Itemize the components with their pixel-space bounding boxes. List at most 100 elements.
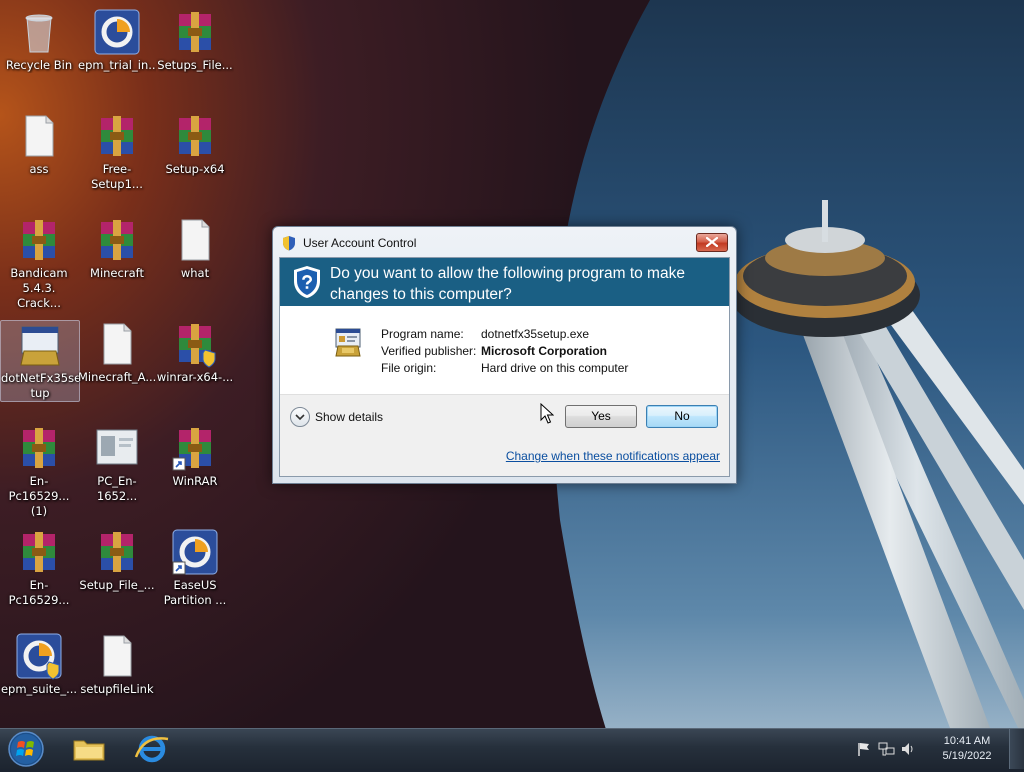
uac-large-shield-icon	[294, 266, 320, 298]
uac-question: Do you want to allow the following progr…	[330, 265, 685, 303]
rar-shortcut-file-icon	[171, 424, 219, 472]
close-button[interactable]	[696, 233, 728, 252]
recycle-file-icon	[15, 8, 63, 56]
desktop-icon-label: ass	[29, 162, 49, 176]
desktop-icon-label: PC_En-1652...	[96, 474, 138, 503]
rar-file-icon	[93, 528, 141, 576]
doc-file-icon	[171, 216, 219, 264]
network-icon[interactable]	[878, 741, 896, 757]
rar-file-icon	[15, 216, 63, 264]
rar-file-icon	[171, 8, 219, 56]
clock-date: 5/19/2022	[942, 750, 992, 762]
folder-icon	[73, 740, 105, 761]
setup-file-icon	[16, 321, 64, 369]
desktop-icon-pc-en[interactable]: PC_En-1652...	[78, 424, 156, 504]
system-tray: 10:41 AM 5/19/2022	[844, 729, 1024, 769]
desktop-icon-label: setupfileLink	[80, 682, 154, 696]
desktop-icon-label: WinRAR	[172, 474, 218, 488]
publisher-row: Verified publisher: Microsoft Corporation	[381, 344, 607, 358]
doc-file-icon	[93, 320, 141, 368]
program-name-value: dotnetfx35setup.exe	[481, 327, 590, 341]
show-desktop-button[interactable]	[1009, 729, 1024, 769]
desktop-icon-label: Minecraft	[90, 266, 144, 280]
epm-shortcut-file-icon	[171, 528, 219, 576]
change-notifications-link[interactable]: Change when these notifications appear	[506, 449, 720, 463]
desktop-icon-setupfilelink[interactable]: setupfileLink	[78, 632, 156, 697]
desktop-icon-what[interactable]: what	[156, 216, 234, 281]
desktop-icon-setup-file[interactable]: Setup_File_...	[78, 528, 156, 593]
desktop-icon-label: Recycle Bin	[5, 58, 73, 72]
desktop-icon-epm-trial[interactable]: epm_trial_in...	[78, 8, 156, 73]
desktop-icon-label: dotNetFx35se tup	[1, 371, 79, 400]
desktop-icon-label: Setups_File...	[157, 58, 233, 72]
rar-file-icon	[93, 216, 141, 264]
desktop-icon-label: Setup_File_...	[79, 578, 155, 592]
desktop-icon-label: En-Pc16529...	[8, 578, 70, 607]
desktop-icon-easeus[interactable]: EaseUS Partition ...	[156, 528, 234, 608]
start-button[interactable]	[4, 730, 48, 768]
close-icon	[706, 237, 718, 247]
field-label: Program name:	[381, 327, 464, 341]
internet-explorer-icon	[134, 735, 169, 763]
desktop-icon-bandicam[interactable]: Bandicam 5.4.3. Crack...	[0, 216, 78, 311]
rar-file-icon	[15, 424, 63, 472]
publisher-value: Microsoft Corporation	[481, 344, 607, 358]
field-label: Verified publisher:	[381, 344, 477, 358]
desktop-icon-setup-x64[interactable]: Setup-x64	[156, 112, 234, 177]
uac-shield-icon	[283, 236, 295, 251]
desktop-icon-dotnetfx35setup[interactable]: dotNetFx35se tup	[0, 320, 80, 402]
desktop-icon-minecraft[interactable]: Minecraft	[78, 216, 156, 281]
epm-shield-file-icon	[15, 632, 63, 680]
desktop-icon-label: En-Pc16529... (1)	[8, 474, 70, 518]
rar-file-icon	[171, 112, 219, 160]
desktop-icon-label: Free-Setup1...	[91, 162, 143, 191]
dialog-title: User Account Control	[303, 236, 417, 250]
desktop-icon-epm-suite[interactable]: epm_suite_...	[0, 632, 78, 697]
file-origin-row: File origin: Hard drive on this computer	[381, 361, 628, 375]
taskbar-explorer-button[interactable]	[62, 731, 116, 767]
action-bar: Show details Yes No	[280, 394, 729, 440]
rar-file-icon	[93, 112, 141, 160]
dialog-footer: Change when these notifications appear	[280, 439, 729, 476]
desktop-icon-label: epm_trial_in...	[78, 58, 156, 72]
volume-icon[interactable]	[900, 741, 916, 757]
doc-file-icon	[15, 112, 63, 160]
taskbar-ie-button[interactable]	[124, 731, 178, 767]
rar-file-icon	[15, 528, 63, 576]
desktop-icon-en-pc-1[interactable]: En-Pc16529... (1)	[0, 424, 78, 519]
desktop-icon-ass[interactable]: ass	[0, 112, 78, 177]
windows-orb-icon	[8, 731, 44, 767]
show-details-label[interactable]: Show details	[315, 410, 383, 424]
yes-button[interactable]: Yes	[565, 405, 637, 428]
program-info: Program name: dotnetfx35setup.exe Verifie…	[280, 306, 729, 394]
rar-shield-file-icon	[171, 320, 219, 368]
desktop-icon-setups-file[interactable]: Setups_File...	[156, 8, 234, 73]
chevron-down-icon[interactable]	[290, 407, 310, 427]
uac-dialog: User Account Control Do you want to allo…	[272, 226, 737, 484]
desktop-icon-minecraft-a[interactable]: Minecraft_A...	[78, 320, 156, 385]
question-banner: Do you want to allow the following progr…	[280, 258, 729, 306]
installer-program-icon	[335, 328, 361, 357]
desktop-icon-label: EaseUS Partition ...	[163, 578, 227, 607]
desktop-icon-winrar[interactable]: WinRAR	[156, 424, 234, 489]
window-file-icon	[93, 424, 141, 472]
taskbar: 10:41 AM 5/19/2022	[0, 728, 1024, 769]
file-origin-value: Hard drive on this computer	[481, 361, 629, 375]
dialog-title-bar[interactable]: User Account Control	[281, 233, 721, 253]
program-name-row: Program name: dotnetfx35setup.exe	[381, 327, 589, 341]
desktop-icon-label: what	[180, 266, 210, 280]
mouse-cursor-icon	[540, 403, 554, 424]
doc-file-icon	[93, 632, 141, 680]
desktop-icon-label: Bandicam 5.4.3. Crack...	[10, 266, 68, 310]
dialog-body: Do you want to allow the following progr…	[279, 257, 730, 477]
action-center-flag-icon[interactable]	[856, 741, 872, 757]
desktop-icon-free-setup[interactable]: Free-Setup1...	[78, 112, 156, 192]
desktop-icon-label: epm_suite_...	[0, 682, 78, 696]
desktop-icon-winrar-x64[interactable]: winrar-x64-...	[156, 320, 234, 385]
no-button[interactable]: No	[646, 405, 718, 428]
clock[interactable]: 10:41 AM 5/19/2022	[932, 734, 1002, 764]
desktop-icon-label: winrar-x64-...	[156, 370, 234, 384]
desktop-icon-recycle-bin[interactable]: Recycle Bin	[0, 8, 78, 73]
field-label: File origin:	[381, 361, 437, 375]
desktop-icon-en-pc-2[interactable]: En-Pc16529...	[0, 528, 78, 608]
